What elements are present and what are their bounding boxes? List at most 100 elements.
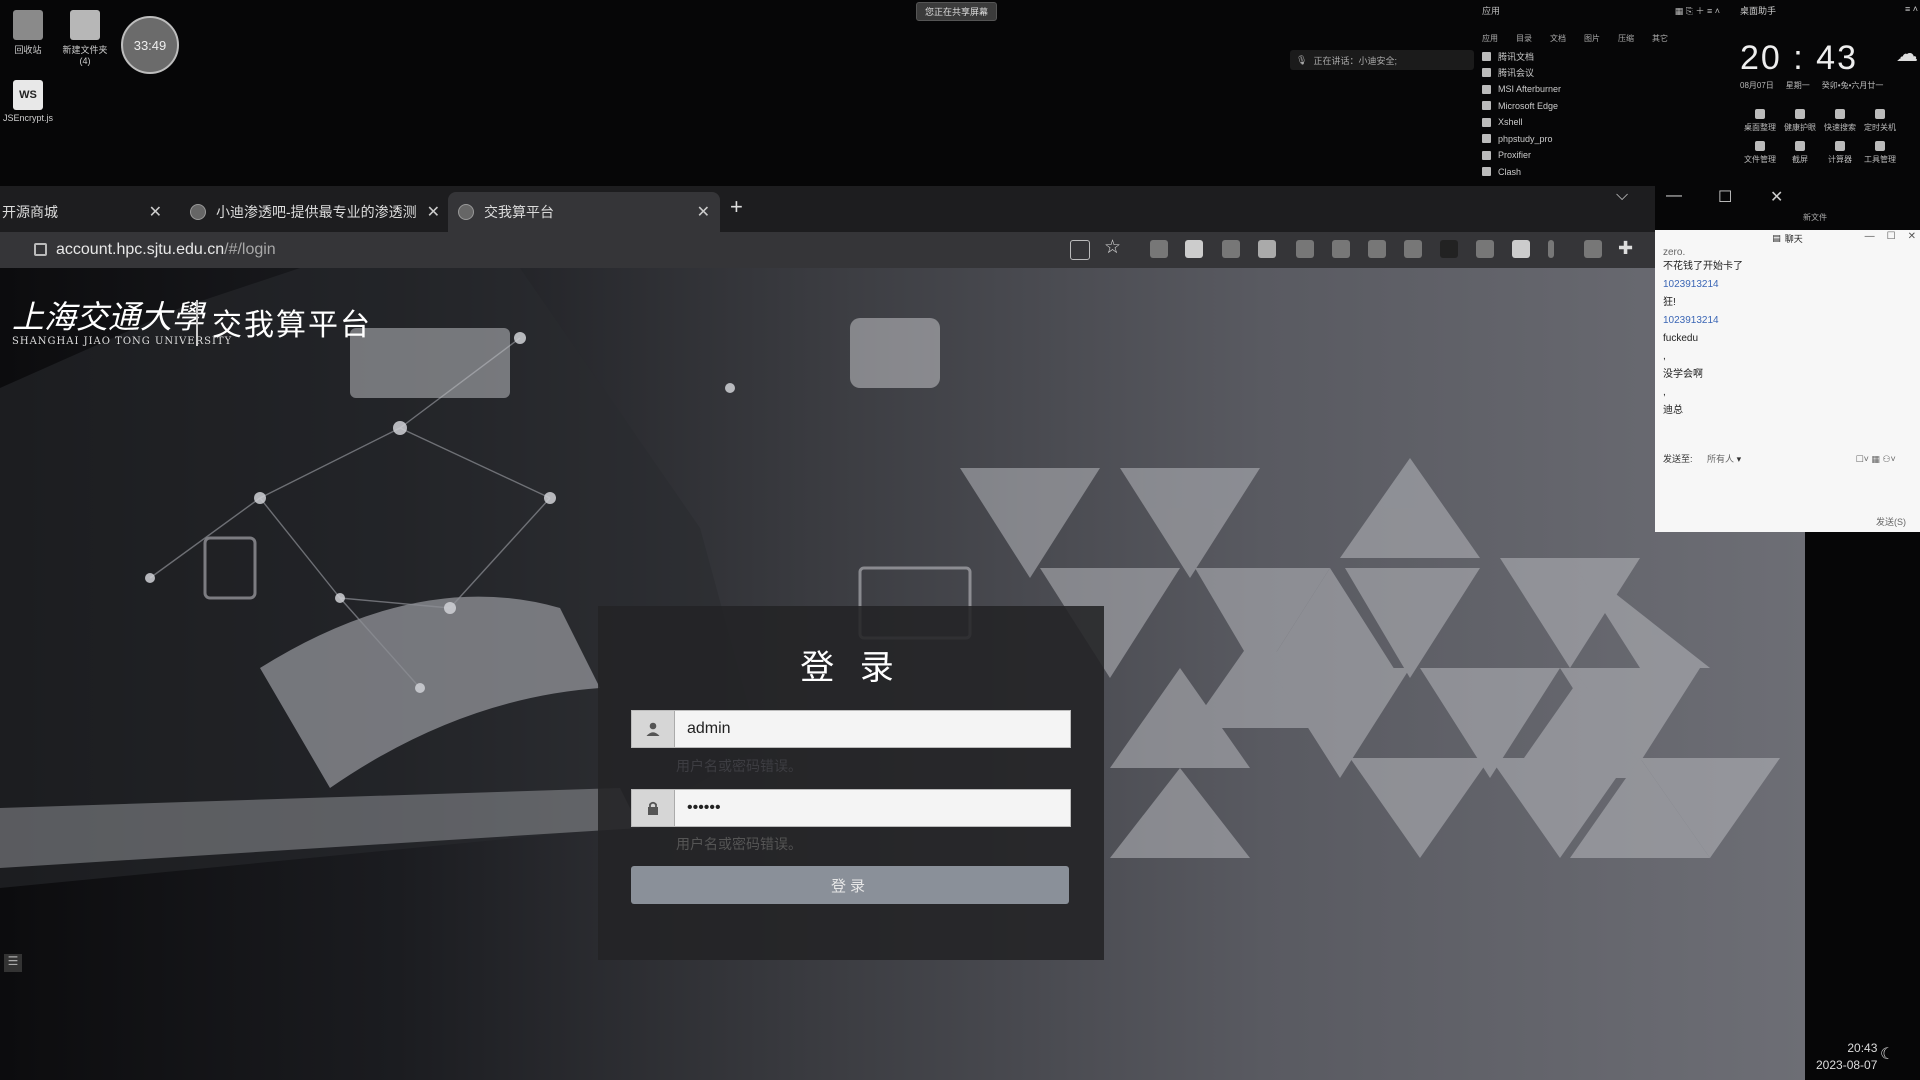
app-item[interactable]: Proxifier bbox=[1482, 147, 1720, 164]
app-item[interactable]: phpstudy_pro bbox=[1482, 131, 1720, 148]
tab-search-chevron-icon[interactable]: ⌵ bbox=[1616, 187, 1628, 205]
tool-scheduled-shutdown[interactable]: 定时关机 bbox=[1860, 109, 1900, 133]
extension-icon[interactable] bbox=[1368, 240, 1386, 258]
username-field[interactable]: admin bbox=[631, 710, 1071, 748]
send-to-select[interactable]: 所有人 bbox=[1707, 454, 1734, 464]
extension-icon[interactable] bbox=[1512, 240, 1530, 258]
app-item[interactable]: Xshell bbox=[1482, 114, 1720, 131]
send-to-row: 发送至: 所有人 ▾ ☐˅ ▦ ⚇˅ bbox=[1663, 452, 1896, 465]
recycle-bin-icon[interactable]: 回收站 bbox=[0, 10, 58, 56]
recycle-bin-label: 回收站 bbox=[14, 45, 42, 55]
tab-xiaodi-pentest[interactable]: 小迪渗透吧-提供最专业的渗透测 ✕ bbox=[180, 192, 450, 232]
panel-controls-icon[interactable]: ▦ ⎘ ＋ ≡ ˄ bbox=[1675, 4, 1720, 17]
chat-input-area[interactable] bbox=[1663, 474, 1911, 514]
tool-label: 健康护眼 bbox=[1784, 123, 1816, 132]
tool-label: 工具管理 bbox=[1864, 155, 1896, 164]
tab-jiaowosuan[interactable]: 交我算平台 ✕ bbox=[448, 192, 720, 232]
app-item[interactable]: 腾讯会议 bbox=[1482, 65, 1720, 82]
extension-icon[interactable] bbox=[1476, 240, 1494, 258]
share-icon[interactable] bbox=[1070, 240, 1090, 260]
clock-weekday: 星期一 bbox=[1785, 81, 1810, 90]
category-apps[interactable]: 应用 bbox=[1482, 33, 1498, 44]
chat-message: , bbox=[1663, 387, 1666, 398]
tool-label: 快速搜索 bbox=[1824, 123, 1856, 132]
side-menu-icon[interactable]: ☰ bbox=[4, 954, 22, 972]
maximize-icon[interactable]: ☐ bbox=[1718, 187, 1732, 207]
category-directory[interactable]: 目录 bbox=[1516, 33, 1532, 44]
tool-quick-search[interactable]: 快速搜索 bbox=[1820, 109, 1860, 133]
desktop-organize-icon bbox=[1755, 109, 1765, 119]
send-button[interactable]: 发送(S) bbox=[1876, 515, 1906, 528]
chat-message: 没学会啊 bbox=[1663, 369, 1703, 380]
app-launcher-panel: 应用 ▦ ⎘ ＋ ≡ ˄ 应用 目录 文档 图片 压缩 其它 腾讯文档 腾讯会议… bbox=[1482, 4, 1720, 180]
screen-share-notice[interactable]: 您正在共享屏幕 bbox=[916, 2, 998, 21]
password-error: 用户名或密码错误。 bbox=[676, 836, 802, 852]
bookmark-star-icon[interactable]: ☆ bbox=[1104, 236, 1121, 259]
password-field[interactable]: •••••• bbox=[631, 789, 1071, 827]
extensions-puzzle-icon[interactable]: ✚ bbox=[1618, 238, 1633, 259]
category-other[interactable]: 其它 bbox=[1652, 33, 1668, 44]
desktop-assistant-panel: 桌面助手 ≡ ˄ 20 : 43 ☁ 08月07日 星期一 癸卯•兔•六月廿一 … bbox=[1740, 4, 1918, 222]
extension-icon[interactable] bbox=[1296, 240, 1314, 258]
category-docs[interactable]: 文档 bbox=[1550, 33, 1566, 44]
maximize-icon[interactable]: ☐ bbox=[1887, 231, 1896, 242]
globe-icon bbox=[190, 204, 206, 220]
category-images[interactable]: 图片 bbox=[1584, 33, 1600, 44]
username-value: admin bbox=[687, 720, 731, 737]
tool-file-manager[interactable]: 文件管理 bbox=[1740, 141, 1780, 165]
category-archives[interactable]: 压缩 bbox=[1618, 33, 1634, 44]
lock-icon[interactable] bbox=[34, 243, 47, 256]
weather-cloud-icon[interactable]: ☁ bbox=[1896, 41, 1918, 67]
tool-label: 定时关机 bbox=[1864, 123, 1896, 132]
extension-icon[interactable] bbox=[1150, 240, 1168, 258]
close-icon[interactable]: ✕ bbox=[427, 202, 440, 222]
app-icon bbox=[1482, 51, 1491, 61]
close-icon[interactable]: ✕ bbox=[1908, 231, 1916, 242]
tab-open-source-mall[interactable]: 开源商城 ✕ bbox=[0, 192, 172, 232]
moon-icon[interactable]: ☾ bbox=[1880, 1044, 1894, 1064]
close-icon[interactable]: ✕ bbox=[149, 202, 162, 222]
panel-menu-icon[interactable]: ≡ ˄ bbox=[1905, 4, 1918, 17]
login-button[interactable]: 登录 bbox=[631, 866, 1069, 904]
extension-icon[interactable] bbox=[1258, 240, 1276, 258]
extension-icon[interactable] bbox=[1584, 240, 1602, 258]
app-item[interactable]: MSI Afterburner bbox=[1482, 81, 1720, 98]
app-item[interactable]: Microsoft Edge bbox=[1482, 98, 1720, 115]
app-label: phpstudy_pro bbox=[1498, 133, 1553, 144]
extension-icon[interactable] bbox=[1404, 240, 1422, 258]
app-panel-title: 应用 bbox=[1482, 6, 1501, 16]
tool-manage[interactable]: 工具管理 bbox=[1860, 141, 1900, 165]
extension-icon[interactable] bbox=[1222, 240, 1240, 258]
crop-icon bbox=[1795, 141, 1805, 151]
close-window-icon[interactable]: ✕ bbox=[1770, 187, 1783, 207]
chat-tools-icon[interactable]: ☐˅ ▦ ⚇˅ bbox=[1856, 454, 1896, 464]
minimize-icon[interactable]: — bbox=[1865, 231, 1875, 242]
meeting-speaker-bar[interactable]: 🎙 正在讲话：小迪安全; bbox=[1290, 50, 1474, 70]
tool-screenshot[interactable]: 截屏 bbox=[1780, 141, 1820, 165]
extension-icon[interactable] bbox=[1548, 240, 1554, 258]
extension-icon[interactable] bbox=[1440, 240, 1458, 258]
app-icon bbox=[1482, 117, 1491, 127]
extension-icon[interactable] bbox=[1185, 240, 1203, 258]
system-tray-clock[interactable]: 20:43 2023-08-07 bbox=[1816, 1040, 1877, 1074]
tool-desktop-organize[interactable]: 桌面整理 bbox=[1740, 109, 1780, 133]
app-item[interactable]: Clash bbox=[1482, 164, 1720, 181]
extension-icon[interactable] bbox=[1332, 240, 1350, 258]
app-label: MSI Afterburner bbox=[1498, 84, 1562, 95]
close-icon[interactable]: ✕ bbox=[697, 202, 710, 222]
url-field[interactable]: account.hpc.sjtu.edu.cn/#/login bbox=[56, 241, 276, 259]
new-folder-label: 新建文件夹 (4) bbox=[62, 45, 108, 66]
app-item[interactable]: 腾讯文档 bbox=[1482, 48, 1720, 65]
tab-title: 交我算平台 bbox=[484, 204, 554, 220]
clock-date: 08月07日 bbox=[1740, 81, 1774, 90]
tool-eye-care[interactable]: 健康护眼 bbox=[1780, 109, 1820, 133]
new-folder-icon[interactable]: 新建文件夹 (4) bbox=[55, 10, 115, 66]
tool-calculator[interactable]: 计算器 bbox=[1820, 141, 1860, 165]
chat-message: , bbox=[1663, 351, 1666, 362]
minimize-icon[interactable]: — bbox=[1666, 187, 1682, 205]
app-label: Proxifier bbox=[1498, 150, 1532, 161]
timer-badge[interactable]: 33:49 bbox=[121, 16, 179, 74]
jsencrypt-file-icon[interactable]: WS JSEncrypt.js bbox=[0, 80, 58, 123]
new-tab-plus-icon[interactable]: + bbox=[730, 194, 743, 220]
eye-icon bbox=[1795, 109, 1805, 119]
